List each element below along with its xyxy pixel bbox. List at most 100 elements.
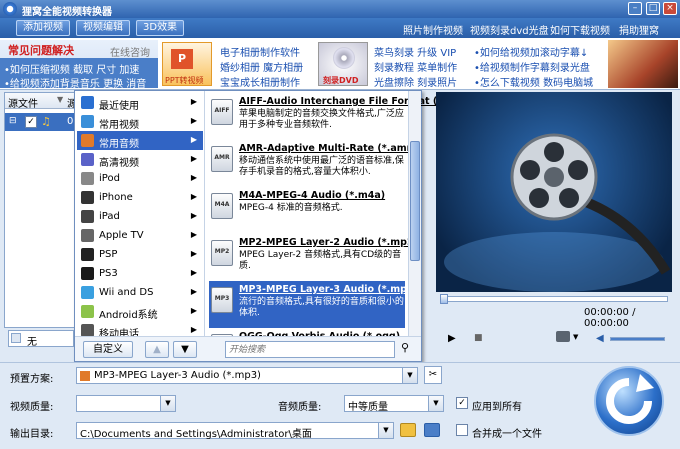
tip-line-3[interactable]: •怎么下载视频 数码电脑城 <box>474 74 593 89</box>
game-ad-image[interactable] <box>608 40 678 88</box>
online-consult-link[interactable]: 在线咨询 <box>110 44 150 59</box>
add-video-tab[interactable]: 添加视频 <box>16 20 70 36</box>
album-line-3[interactable]: 宝宝成长相册制作 <box>220 74 300 89</box>
app-logo-icon <box>3 2 17 16</box>
snapshot-camera-icon[interactable] <box>556 331 570 342</box>
search-icon[interactable]: ⚲ <box>401 341 409 354</box>
file-checkbox[interactable]: ✓ <box>25 116 37 128</box>
category-item[interactable]: Android系统 ▶ <box>77 302 203 321</box>
ppt-icon: P <box>171 49 193 69</box>
seek-bar[interactable] <box>440 294 668 304</box>
convert-button[interactable] <box>594 366 664 436</box>
stop-icon[interactable]: ■ <box>474 333 483 343</box>
title-bar: 狸窝全能视频转换器 – □ × <box>0 0 680 18</box>
settings-tools-icon[interactable]: ✂ <box>424 366 442 384</box>
submenu-arrow-icon: ▶ <box>190 173 197 182</box>
format-item[interactable]: MP3 MP3-MPEG Layer-3 Audio (*.mp3) 流行的音频格式… <box>209 281 418 328</box>
format-description: MPEG Layer-2 音频格式,具有CD级的音质. <box>239 250 402 271</box>
custom-button[interactable]: 自定义 <box>83 341 133 358</box>
seek-handle[interactable] <box>440 294 448 304</box>
category-item[interactable]: PSP ▶ <box>77 245 203 264</box>
tip-line-2[interactable]: •给视频制作字幕刻录光盘 <box>474 59 590 74</box>
close-button[interactable]: × <box>663 2 677 15</box>
video-quality-select[interactable]: ▼ <box>76 395 176 412</box>
burn-dvd-link[interactable]: 视频刻录dvd光盘 <box>470 22 549 37</box>
merge-checkbox[interactable] <box>456 424 468 436</box>
format-scrollbar[interactable] <box>408 91 421 336</box>
minimize-button[interactable]: – <box>628 2 642 15</box>
expand-icon[interactable]: ⊟ <box>9 116 17 126</box>
burn-dvd-banner[interactable]: 刻录DVD <box>318 42 368 86</box>
format-item[interactable]: M4A M4A-MPEG-4 Audio (*.m4a) MPEG-4 标准的音频格… <box>209 187 405 234</box>
android-icon <box>81 305 94 318</box>
format-description: 流行的音频格式,具有很好的音质和很小的体积. <box>239 297 404 318</box>
category-item[interactable]: Wii and DS ▶ <box>77 283 203 302</box>
category-item[interactable]: Apple TV ▶ <box>77 226 203 245</box>
format-popup: 最近使用 ▶ 常用视频 ▶ 常用音频 ▶ 高清视频 ▶ iPod ▶ iPhone ▶ iPad ▶ App… <box>74 90 467 362</box>
preset-select[interactable]: MP3-MPEG Layer-3 Audio (*.mp3) ▼ <box>76 367 418 384</box>
browse-folder-icon[interactable] <box>400 423 416 437</box>
maximize-button[interactable]: □ <box>646 2 660 15</box>
output-dir-select[interactable]: C:\Documents and Settings\Administrator\… <box>76 422 394 440</box>
album-line-2[interactable]: 婚纱相册 魔方相册 <box>220 59 303 74</box>
category-item[interactable]: 常用视频 ▶ <box>77 112 203 131</box>
column-source-file[interactable]: 源文件 <box>8 95 38 110</box>
play-icon[interactable]: ▶ <box>448 333 456 344</box>
submenu-arrow-icon: ▶ <box>190 97 197 106</box>
format-search-input[interactable] <box>225 341 395 358</box>
audio-quality-select[interactable]: 中等质量 ▼ <box>344 395 444 413</box>
category-item[interactable]: iPod ▶ <box>77 169 203 188</box>
video-edit-tab[interactable]: 视频编辑 <box>76 20 130 36</box>
category-item[interactable]: 常用音频 ▶ <box>77 131 203 150</box>
ppt-to-video-banner[interactable]: P PPT转视频 <box>162 42 212 86</box>
snapshot-dropdown-icon[interactable]: ▼ <box>573 333 578 341</box>
category-item[interactable]: 最近使用 ▶ <box>77 93 203 112</box>
move-up-button[interactable]: ▲ <box>145 341 169 358</box>
open-folder-icon[interactable] <box>424 423 440 437</box>
ad-banner: 常见问题解决 在线咨询 •如何压缩视频 截取 尺寸 加速 •给视频添加背景音乐 … <box>0 38 680 90</box>
scrollbar-thumb[interactable] <box>410 141 420 261</box>
clock-icon <box>81 96 94 109</box>
output-dir-dropdown-icon[interactable]: ▼ <box>378 423 393 438</box>
tip-line-1[interactable]: •如何给视频加滚动字幕↓ <box>474 44 588 59</box>
format-item[interactable]: AMR AMR-Adaptive Multi-Rate (*.amr) 移动通信系统… <box>209 140 416 187</box>
3d-effect-tab[interactable]: 3D效果 <box>136 20 185 36</box>
album-line-1[interactable]: 电子相册制作软件 <box>220 44 300 59</box>
format-item[interactable]: MP2 MP2-MPEG Layer-2 Audio (*.mp2) MPEG La… <box>209 234 418 281</box>
category-item[interactable]: PS3 ▶ <box>77 264 203 283</box>
category-label: 常用音频 <box>99 139 139 150</box>
category-label: Apple TV <box>99 230 144 241</box>
time-display: 00:00:00 / 00:00:00 <box>584 307 636 329</box>
category-item[interactable]: 高清视频 ▶ <box>77 150 203 169</box>
category-item[interactable]: iPad ▶ <box>77 207 203 226</box>
iphone-icon <box>81 191 94 204</box>
burn-line-1[interactable]: 菜鸟刻录 升级 VIP <box>374 44 456 59</box>
column-sort-icon[interactable]: ▼ <box>57 95 63 104</box>
audio-quality-value: 中等质量 <box>348 402 388 413</box>
donate-link[interactable]: 捐助狸窝 <box>619 22 659 37</box>
volume-icon[interactable]: ◀ <box>596 333 604 344</box>
format-title: AMR-Adaptive Multi-Rate (*.amr) <box>239 143 416 154</box>
subtitle-select[interactable]: 无 <box>8 330 74 348</box>
format-item[interactable]: AIFF AIFF-Audio Interchange File Format (… <box>209 93 467 140</box>
apply-all-label: 应用到所有 <box>472 402 522 413</box>
audio-quality-dropdown-icon[interactable]: ▼ <box>428 396 443 411</box>
apply-all-checkbox[interactable]: ✓ <box>456 397 468 409</box>
move-down-button[interactable]: ▼ <box>173 341 197 358</box>
burn-line-3[interactable]: 光盘擦除 刻录照片 <box>374 74 457 89</box>
faq-line-1[interactable]: •如何压缩视频 截取 尺寸 加速 <box>4 61 139 76</box>
download-video-link[interactable]: 如何下载视频 <box>550 22 610 37</box>
merge-label: 合并成一个文件 <box>472 429 542 440</box>
volume-slider[interactable] <box>610 337 665 341</box>
format-description: 苹果电脑制定的音频交换文件格式,广泛应用于多种专业音频软件. <box>239 109 404 130</box>
faq-line-2[interactable]: •给视频添加背景音乐 更换 消音 <box>4 75 146 90</box>
photo-to-video-link[interactable]: 照片制作视频 <box>403 22 463 37</box>
video-quality-dropdown-icon[interactable]: ▼ <box>160 396 175 411</box>
burn-line-2[interactable]: 刻录教程 菜单制作 <box>374 59 457 74</box>
category-item[interactable]: iPhone ▶ <box>77 188 203 207</box>
audio-file-icon: M4A <box>211 193 233 219</box>
category-label: iPod <box>99 173 120 184</box>
preset-dropdown-icon[interactable]: ▼ <box>402 368 417 383</box>
file-row[interactable]: ⊟ ✓ ♫ 0 <box>5 113 77 131</box>
audio-file-icon: AMR <box>211 146 233 172</box>
